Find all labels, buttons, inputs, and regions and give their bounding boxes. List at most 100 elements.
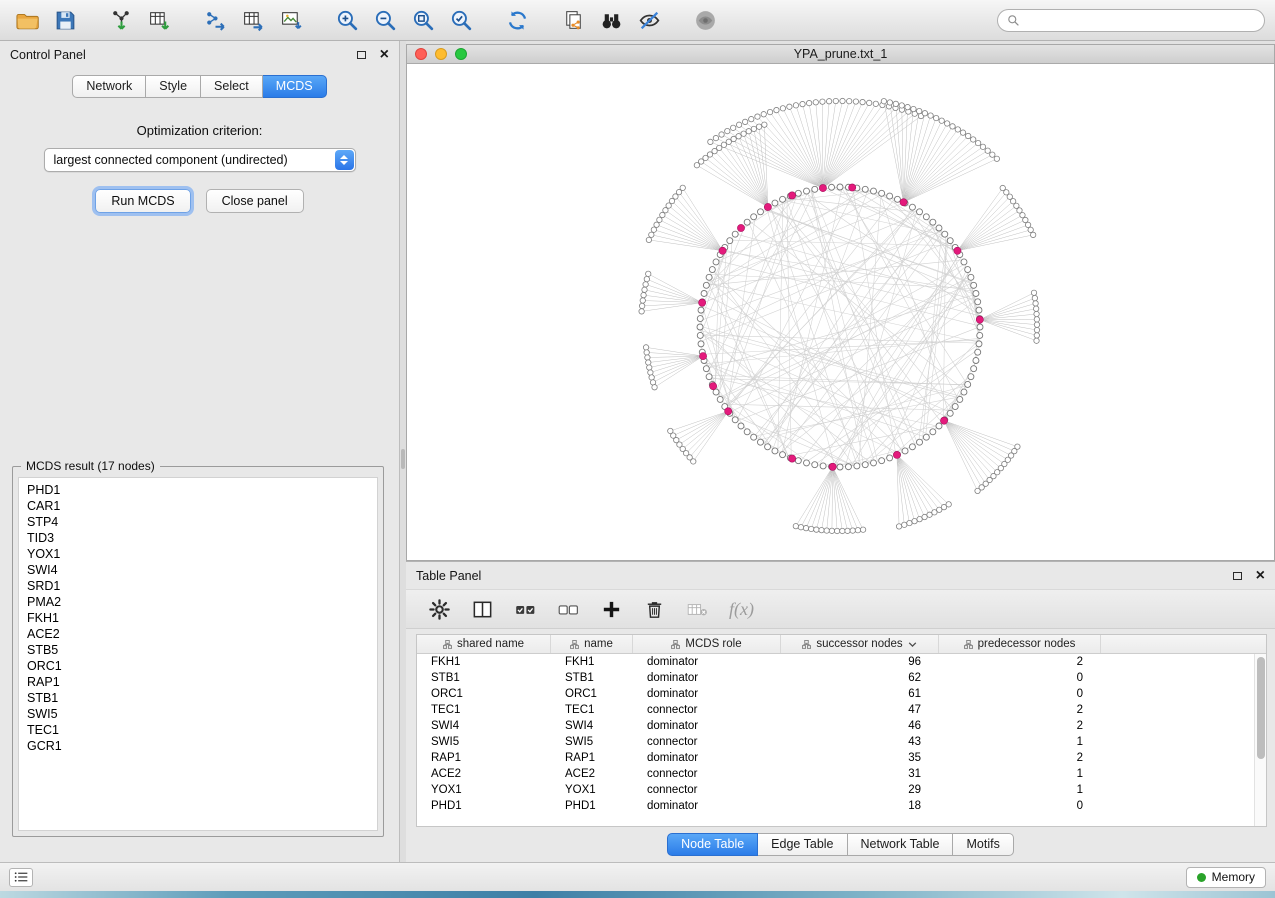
column-header-name[interactable]: name — [551, 635, 633, 653]
close-table-panel-icon[interactable]: × — [1256, 571, 1265, 581]
mcds-result-item[interactable]: TID3 — [19, 530, 377, 546]
mcds-result-item[interactable]: STB5 — [19, 642, 377, 658]
mcds-result-item[interactable]: RAP1 — [19, 674, 377, 690]
mcds-result-item[interactable]: SWI4 — [19, 562, 377, 578]
tab-style[interactable]: Style — [146, 75, 201, 98]
table-cell: 0 — [939, 688, 1101, 700]
table-row[interactable]: FKH1FKH1dominator962 — [417, 654, 1266, 670]
table-row[interactable]: TEC1TEC1connector472 — [417, 702, 1266, 718]
tab-node-table[interactable]: Node Table — [667, 833, 758, 856]
mcds-result-item[interactable]: FKH1 — [19, 610, 377, 626]
column-header-successor-nodes[interactable]: successor nodes — [781, 635, 939, 653]
mcds-result-item[interactable]: TEC1 — [19, 722, 377, 738]
create-column-button[interactable] — [600, 598, 623, 621]
run-mcds-button[interactable]: Run MCDS — [95, 189, 190, 213]
show-columns-button[interactable] — [471, 598, 494, 621]
tab-edge-table[interactable]: Edge Table — [758, 833, 847, 856]
table-body: FKH1FKH1dominator962STB1STB1dominator620… — [417, 654, 1266, 814]
mcds-result-item[interactable]: SRD1 — [19, 578, 377, 594]
table-row[interactable]: ORC1ORC1dominator610 — [417, 686, 1266, 702]
table-settings-button[interactable] — [428, 598, 451, 621]
function-builder-button[interactable]: f(x) — [729, 599, 754, 620]
mcds-result-list[interactable]: PHD1CAR1STP4TID3YOX1SWI4SRD1PMA2FKH1ACE2… — [18, 477, 378, 831]
table-row[interactable]: STB1STB1dominator620 — [417, 670, 1266, 686]
tab-motifs[interactable]: Motifs — [953, 833, 1013, 856]
select-all-columns-button[interactable] — [514, 598, 537, 621]
tab-network-table[interactable]: Network Table — [848, 833, 954, 856]
network-search-box[interactable] — [997, 9, 1265, 32]
mcds-result-item[interactable]: PHD1 — [19, 482, 377, 498]
export-image-button[interactable] — [274, 5, 308, 35]
find-button[interactable] — [594, 5, 628, 35]
save-session-button[interactable] — [48, 5, 82, 35]
mcds-result-title: MCDS result (17 nodes) — [21, 459, 160, 473]
zoom-fit-icon — [411, 8, 436, 33]
table-row[interactable]: YOX1YOX1connector291 — [417, 782, 1266, 798]
mcds-result-item[interactable]: STP4 — [19, 514, 377, 530]
mcds-result-item[interactable]: SWI5 — [19, 706, 377, 722]
memory-button-label: Memory — [1212, 870, 1255, 884]
zoom-out-button[interactable] — [368, 5, 402, 35]
copy-network-button[interactable] — [556, 5, 590, 35]
folder-icon — [15, 8, 40, 33]
table-cell: connector — [633, 704, 781, 716]
zoom-selected-button[interactable] — [444, 5, 478, 35]
table-row[interactable]: ACE2ACE2connector311 — [417, 766, 1266, 782]
column-header-shared-name[interactable]: shared name — [417, 635, 551, 653]
float-table-panel-icon[interactable] — [1233, 572, 1242, 580]
zoom-selected-icon — [449, 8, 474, 33]
mcds-result-item[interactable]: PMA2 — [19, 594, 377, 610]
close-panel-button[interactable]: Close panel — [206, 189, 304, 213]
zoom-fit-button[interactable] — [406, 5, 440, 35]
tab-mcds[interactable]: MCDS — [263, 75, 327, 98]
memory-status-icon — [1197, 873, 1206, 882]
tab-network[interactable]: Network — [72, 75, 146, 98]
status-menu-button[interactable] — [9, 868, 33, 887]
float-panel-icon[interactable] — [357, 51, 366, 59]
memory-button[interactable]: Memory — [1186, 867, 1266, 888]
mcds-result-item[interactable]: ORC1 — [19, 658, 377, 674]
binoculars-icon — [599, 8, 624, 33]
import-table-icon — [147, 8, 172, 33]
mcds-result-item[interactable]: CAR1 — [19, 498, 377, 514]
mcds-result-item[interactable]: ACE2 — [19, 626, 377, 642]
deselect-all-columns-button[interactable] — [557, 598, 580, 621]
close-panel-icon[interactable]: × — [380, 50, 389, 60]
zoom-in-button[interactable] — [330, 5, 364, 35]
mcds-result-item[interactable]: YOX1 — [19, 546, 377, 562]
column-type-icon — [802, 640, 811, 649]
column-header-predecessor-nodes[interactable]: predecessor nodes — [939, 635, 1101, 653]
show-all-button[interactable] — [688, 5, 722, 35]
table-header-row: shared namenameMCDS rolesuccessor nodesp… — [417, 635, 1266, 654]
tab-select[interactable]: Select — [201, 75, 263, 98]
table-cell: dominator — [633, 720, 781, 732]
scrollbar-thumb[interactable] — [1257, 657, 1265, 759]
import-network-button[interactable] — [104, 5, 138, 35]
mcds-result-item[interactable]: GCR1 — [19, 738, 377, 754]
table-cell: FKH1 — [417, 656, 551, 668]
search-input[interactable] — [1026, 13, 1255, 27]
table-scrollbar[interactable] — [1254, 654, 1266, 826]
column-header-mcds-role[interactable]: MCDS role — [633, 635, 781, 653]
network-window-titlebar[interactable]: YPA_prune.txt_1 — [407, 45, 1274, 64]
open-file-button[interactable] — [10, 5, 44, 35]
table-cell: dominator — [633, 672, 781, 684]
refresh-view-button[interactable] — [500, 5, 534, 35]
export-table-button[interactable] — [236, 5, 270, 35]
network-canvas[interactable] — [407, 64, 1274, 560]
criterion-dropdown[interactable]: largest connected component (undirected) — [44, 148, 356, 172]
table-row[interactable]: SWI5SWI5connector431 — [417, 734, 1266, 750]
delete-table-button[interactable] — [686, 598, 709, 621]
mcds-result-item[interactable]: STB1 — [19, 690, 377, 706]
hide-selected-button[interactable] — [632, 5, 666, 35]
export-network-button[interactable] — [198, 5, 232, 35]
table-row[interactable]: PHD1PHD1dominator180 — [417, 798, 1266, 814]
import-table-button[interactable] — [142, 5, 176, 35]
delete-column-button[interactable] — [643, 598, 666, 621]
table-cell: ORC1 — [551, 688, 633, 700]
control-panel-titlebar: Control Panel × — [0, 41, 399, 68]
network-graph[interactable] — [407, 64, 1274, 560]
table-row[interactable]: RAP1RAP1dominator352 — [417, 750, 1266, 766]
table-row[interactable]: SWI4SWI4dominator462 — [417, 718, 1266, 734]
table-cell: dominator — [633, 752, 781, 764]
